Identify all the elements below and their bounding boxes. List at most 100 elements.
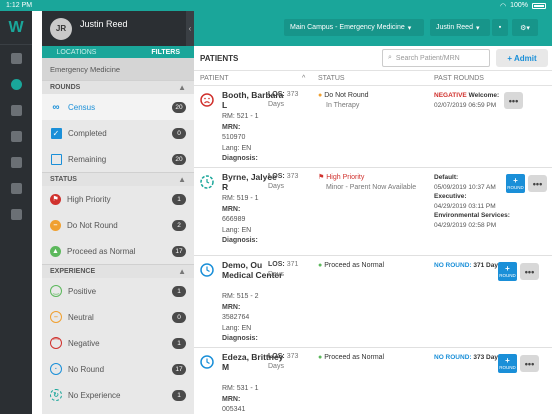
clock-icon [200, 263, 214, 277]
thumbs-up-icon: ▲ [50, 245, 61, 257]
filter-no-round[interactable]: · No Round 17 [42, 356, 194, 382]
page-title: PATIENTS [200, 53, 239, 63]
patient-status: ● Proceed as Normal [318, 262, 385, 269]
filter-do-not-round[interactable]: – Do Not Round 2 [42, 212, 194, 238]
length-of-stay: LOS: 373 Days [268, 353, 299, 370]
neutral-face-icon: – [50, 311, 62, 323]
wifi-icon: ◠ [499, 2, 507, 10]
round-button[interactable]: + ROUND [498, 354, 517, 373]
col-status[interactable]: STATUS [318, 75, 345, 82]
table-row[interactable]: Demo, Ou Medical Center RM: 515 - 2 MRN:… [194, 256, 552, 348]
more-options-button[interactable]: ••• [504, 92, 523, 109]
more-options-button[interactable]: ••• [528, 175, 547, 192]
filter-proceed-as-normal[interactable]: ▲ Proceed as Normal 17 [42, 238, 194, 264]
rounds-section-header[interactable]: ROUNDS ▲ [42, 80, 194, 94]
location-dropdown[interactable]: Main Campus - Emergency Medicine ▾ [284, 19, 424, 36]
search-input[interactable]: ⌕ Search Patient/MRN [382, 49, 490, 67]
rail-reports-icon[interactable] [0, 175, 32, 201]
user-header: JR Justin Reed ‹ [42, 11, 194, 46]
patient-status: ⚑ High Priority Minor - Parent Now Avail… [318, 174, 417, 191]
round-button[interactable]: + ROUND [498, 262, 517, 281]
minus-circle-icon: ● [318, 92, 323, 99]
filter-completed[interactable]: ✓ Completed 0 [42, 120, 194, 146]
rail-expand-chevron-icon[interactable]: › [33, 22, 36, 31]
app-rail: W [0, 11, 32, 414]
user-dropdown[interactable]: Justin Reed ▾ [430, 19, 490, 36]
table-row[interactable]: Booth, Barbara L RM: 521 - 1 MRN: 510970… [194, 86, 552, 168]
filter-remaining[interactable]: Remaining 20 [42, 146, 194, 172]
more-options-button[interactable]: ••• [520, 263, 539, 280]
col-past-rounds[interactable]: PAST ROUNDS [434, 75, 484, 82]
rail-staff-icon[interactable] [0, 149, 32, 175]
settings-gear-icon[interactable]: ⚙▾ [512, 19, 538, 36]
col-patient[interactable]: PATIENT [200, 75, 229, 82]
rail-rounds-icon[interactable] [0, 71, 32, 97]
more-options-button[interactable]: ••• [520, 355, 539, 372]
filter-panel: JR Justin Reed ‹ LOCATIONS FILTERS Emerg… [42, 11, 194, 414]
count-badge: 20 [172, 101, 186, 113]
app-logo: W [0, 11, 32, 45]
round-button[interactable]: + ROUND [506, 174, 525, 193]
check-circle-icon: ● [318, 354, 323, 361]
rail-home-icon[interactable] [0, 45, 32, 71]
filter-negative[interactable]: ⁀ Negative 1 [42, 330, 194, 356]
patients-header: PATIENTS ⌕ Search Patient/MRN + Admit [194, 46, 552, 70]
sort-caret-icon[interactable]: ^ [302, 75, 305, 82]
count-badge: 17 [172, 363, 186, 375]
past-rounds: NO ROUND: 371 Days [434, 262, 502, 269]
frown-face-icon [200, 93, 214, 107]
empty-box-icon [50, 153, 62, 165]
clock-icon [200, 355, 214, 369]
filter-census[interactable]: ∞ Census 20 [42, 94, 194, 120]
length-of-stay: LOS: 371 Days [268, 261, 299, 278]
department-label: Emergency Medicine [42, 58, 194, 80]
rail-analytics-icon[interactable] [0, 201, 32, 227]
tab-locations[interactable]: LOCATIONS [42, 46, 111, 58]
count-badge: 20 [172, 153, 186, 165]
flag-icon: ⚑ [50, 193, 61, 205]
rail-tasks-icon[interactable] [0, 97, 32, 123]
count-badge: 17 [172, 245, 186, 257]
filter-neutral[interactable]: – Neutral 0 [42, 304, 194, 330]
panel-tabs: LOCATIONS FILTERS [42, 46, 194, 58]
battery-percent: 100% [510, 2, 528, 9]
top-bar: Main Campus - Emergency Medicine ▾ Justin… [194, 11, 552, 46]
length-of-stay: LOS: 373 Days [268, 173, 299, 190]
table-row[interactable]: Edeza, Brittney M RM: 531 - 1 MRN: 00534… [194, 348, 552, 414]
patients-panel: PATIENTS ⌕ Search Patient/MRN + Admit PA… [194, 46, 552, 414]
filter-positive[interactable]: ‿ Positive 1 [42, 278, 194, 304]
column-headers: PATIENT ^ STATUS PAST ROUNDS [194, 70, 552, 86]
filter-high-priority[interactable]: ⚑ High Priority 1 [42, 186, 194, 212]
chevron-down-icon: ▾ [475, 24, 480, 32]
refresh-circle-icon: ↻ [50, 389, 62, 401]
clock: 1:12 PM [6, 2, 33, 9]
search-icon: ⌕ [388, 54, 392, 61]
past-rounds: NEGATIVE Welcome: 02/07/2019 06:59 PM [434, 92, 500, 109]
length-of-stay: LOS: 373 Days [268, 91, 299, 108]
collapse-triangle-icon: ▲ [178, 83, 186, 92]
rail-messages-icon[interactable] [0, 123, 32, 149]
count-badge: 1 [172, 389, 186, 401]
chevron-down-icon: ▾ [407, 24, 412, 32]
flag-icon: ⚑ [318, 174, 325, 181]
tab-filters[interactable]: FILTERS [111, 46, 194, 58]
chat-icon[interactable]: ▪ [492, 19, 508, 36]
avatar[interactable]: JR [50, 17, 72, 40]
clock-icon: · [50, 363, 62, 375]
check-circle-icon: ● [318, 262, 323, 269]
count-badge: 1 [172, 193, 186, 205]
collapse-triangle-icon: ▲ [178, 175, 186, 184]
collapse-chevron-icon[interactable]: ‹ [186, 11, 194, 46]
count-badge: 1 [172, 285, 186, 297]
collapse-triangle-icon: ▲ [178, 267, 186, 276]
count-badge: 0 [172, 311, 186, 323]
smile-face-icon: ‿ [50, 285, 62, 297]
patient-status: ● Proceed as Normal [318, 354, 385, 361]
admit-button[interactable]: + Admit [496, 49, 548, 67]
status-section-header[interactable]: STATUS ▲ [42, 172, 194, 186]
filter-no-experience[interactable]: ↻ No Experience 1 [42, 382, 194, 408]
checked-box-icon: ✓ [50, 127, 62, 139]
experience-section-header[interactable]: EXPERIENCE ▲ [42, 264, 194, 278]
table-row[interactable]: Byrne, Jalyce R RM: 519 - 1 MRN: 666989 … [194, 168, 552, 256]
count-badge: 2 [172, 219, 186, 231]
